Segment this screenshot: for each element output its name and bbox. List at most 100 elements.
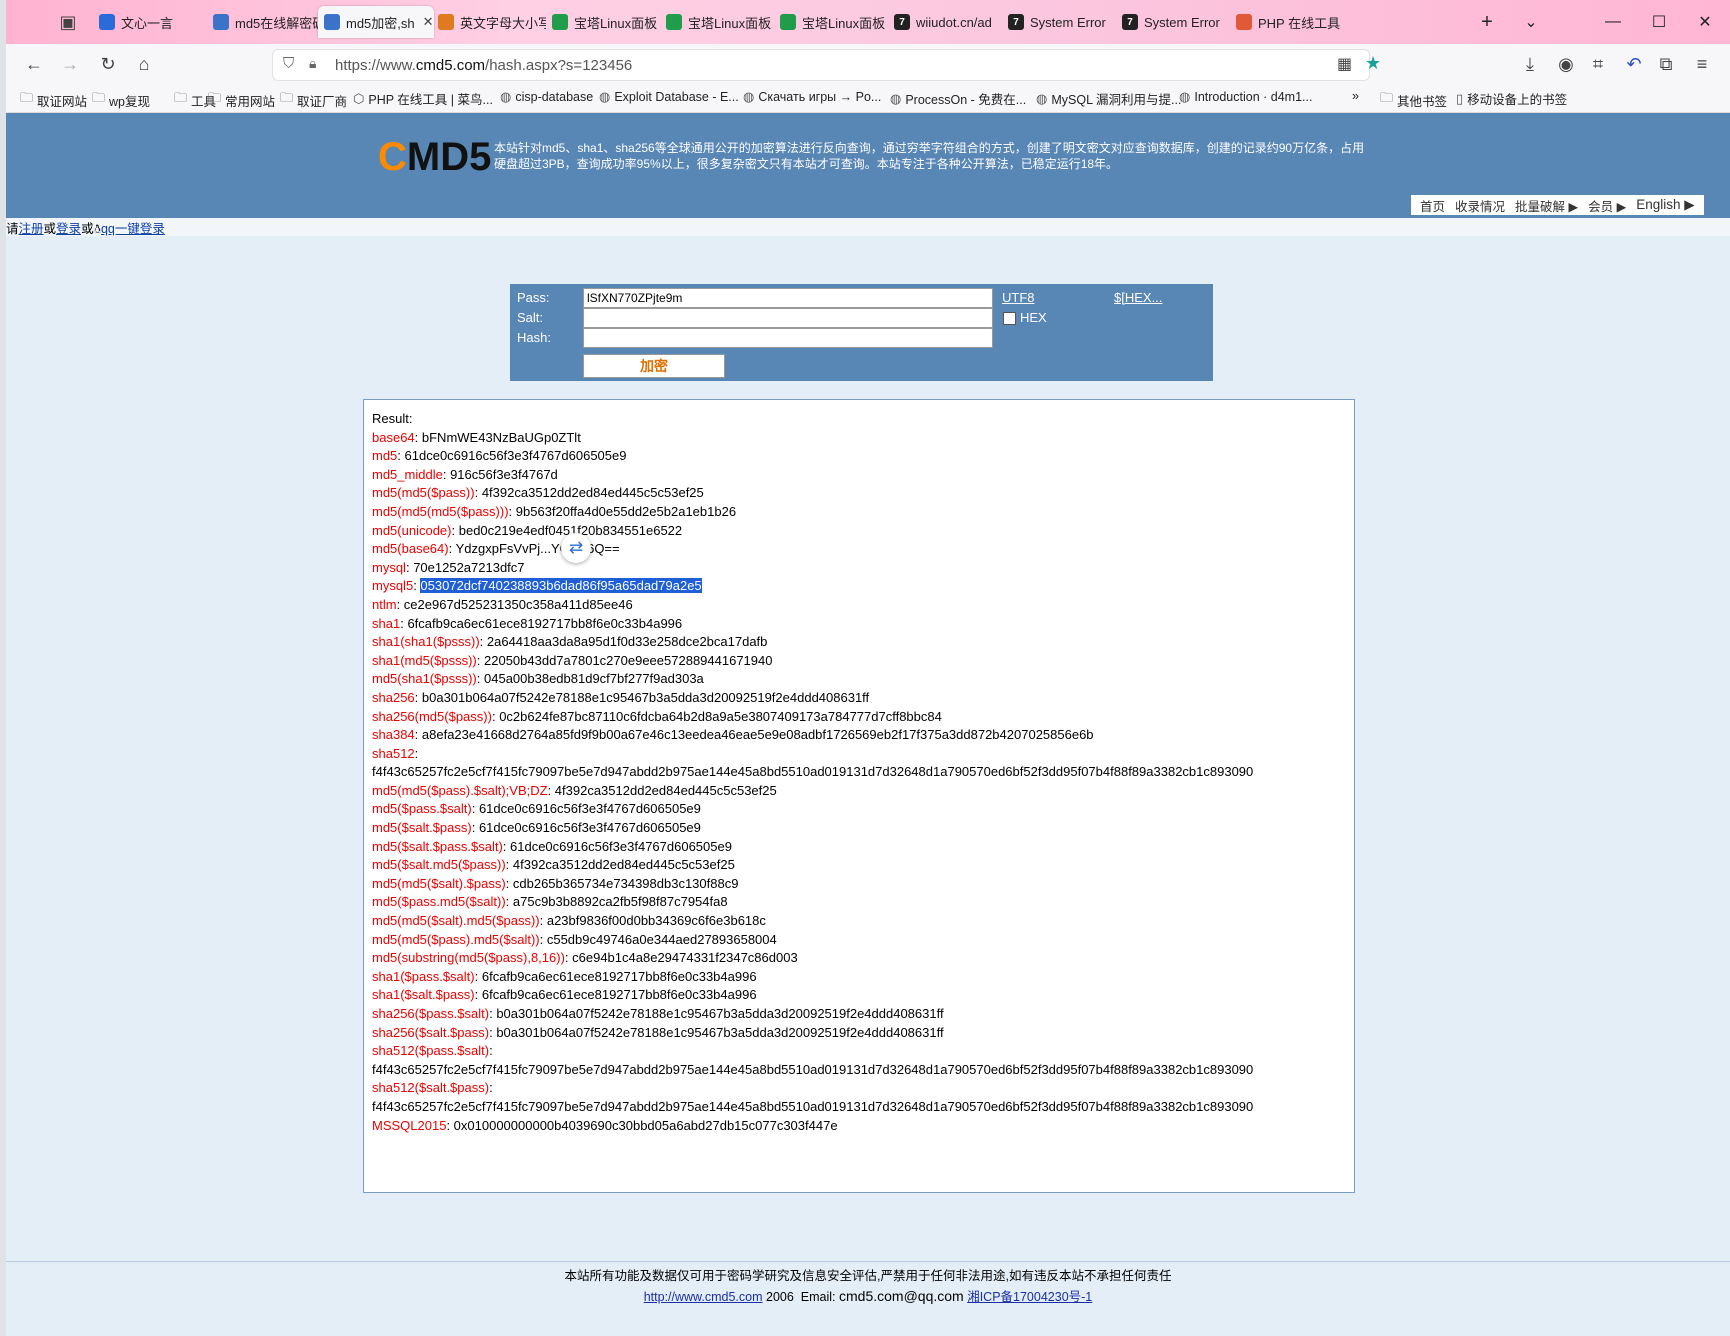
result-value[interactable]: 2a64418aa3da8a95d1f0d33e258dce2bca17dafb bbox=[487, 634, 768, 649]
salt-input[interactable] bbox=[583, 308, 993, 328]
result-value[interactable]: 6fcafb9ca6ec61ece8192717bb8f6e0c33b4a996 bbox=[482, 987, 757, 1002]
forward-arrow-icon[interactable]: → bbox=[56, 52, 84, 76]
bookmark-item[interactable]: ◍ Introduction · d4m1... bbox=[1179, 89, 1312, 105]
result-value[interactable]: 61dce0c6916c56f3e3f4767d606505e9 bbox=[405, 448, 627, 463]
hash-input[interactable] bbox=[583, 328, 993, 348]
reload-icon[interactable]: ↻ bbox=[94, 52, 122, 76]
result-value[interactable]: f4f43c65257fc2e5cf7f415fc79097be5e7d947a… bbox=[372, 764, 1253, 779]
tab-overview-icon[interactable]: ▣ bbox=[54, 10, 82, 34]
result-value[interactable]: f4f43c65257fc2e5cf7f415fc79097be5e7d947a… bbox=[372, 1062, 1253, 1077]
result-value[interactable]: 0x010000000000b4039690c30bbd05a6abd27db1… bbox=[454, 1118, 838, 1133]
bookmark-item[interactable]: ◍ cisp-database bbox=[500, 89, 593, 105]
home-icon[interactable]: ⌂ bbox=[130, 52, 158, 76]
back-arrow-icon[interactable]: ← bbox=[20, 52, 48, 76]
crop-screenshot-icon[interactable]: ⌗ bbox=[1584, 52, 1612, 76]
result-value[interactable]: 0c2b624fe87bc87110c6fdcba64b2d8a9a5e3807… bbox=[499, 709, 942, 724]
result-value[interactable]: 70e1252a7213dfc7 bbox=[413, 560, 524, 575]
bookmark-item[interactable]: 🗀 其他书签 bbox=[1380, 89, 1447, 111]
result-value[interactable]: b0a301b064a07f5242e78188e1c95467b3a5dda3… bbox=[496, 1006, 943, 1021]
result-value[interactable]: YdzgxpFsVvPj...YGUF6Q== bbox=[456, 541, 620, 556]
result-value[interactable]: bFNmWE43NzBaUGp0ZTlt bbox=[422, 430, 581, 445]
translate-sync-icon[interactable]: ⇄ bbox=[561, 533, 591, 563]
nav-home[interactable]: 首页 bbox=[1420, 196, 1445, 215]
tab-5[interactable]: 宝塔Linux面板 bbox=[660, 6, 774, 38]
result-value[interactable]: ce2e967d525231350c358a411d85ee46 bbox=[404, 597, 633, 612]
bookmark-item[interactable]: ◍ MySQL 漏洞利用与提... bbox=[1036, 89, 1181, 108]
footer-site-link[interactable]: http://www.cmd5.com bbox=[644, 1290, 763, 1304]
tab-2[interactable]: md5加密,sh ✕ bbox=[318, 6, 434, 38]
bookmark-item[interactable]: ◍ ProcessOn - 免费在... bbox=[890, 89, 1026, 108]
tab-10[interactable]: PHP 在线工具 bbox=[1230, 6, 1344, 38]
address-bar[interactable]: ⛉ 🔒︎ https://www.cmd5.com/hash.aspx?s=12… bbox=[272, 49, 1381, 81]
tab-1[interactable]: md5在线解密破 bbox=[207, 6, 318, 38]
tab-4[interactable]: 宝塔Linux面板 bbox=[546, 6, 660, 38]
shield-icon[interactable]: ⛉ bbox=[283, 55, 294, 72]
account-icon[interactable]: ◉ bbox=[1552, 52, 1580, 76]
nav-english[interactable]: English ▶ bbox=[1636, 197, 1694, 213]
result-value[interactable]: 61dce0c6916c56f3e3f4767d606505e9 bbox=[510, 839, 732, 854]
result-value[interactable]: a75c9b3b8892ca2fb5f98f87c7954fa8 bbox=[513, 894, 728, 909]
extensions-icon[interactable]: ⧉ bbox=[1652, 52, 1680, 76]
qr-code-icon[interactable]: ▦ bbox=[1337, 54, 1352, 74]
result-value[interactable]: 9b563f20ffa4d0e55dd2e5b2a1eb1b26 bbox=[516, 504, 736, 519]
result-value[interactable]: 045a00b38edb81d9cf7bf277f9ad303a bbox=[484, 671, 704, 686]
result-value[interactable]: c6e94b1c4a8e29474331f2347c86d003 bbox=[572, 950, 798, 965]
bookmark-item[interactable]: 🗀 取证厂商 bbox=[280, 89, 347, 111]
minimize-button[interactable]: — bbox=[1590, 0, 1636, 44]
result-value[interactable]: cdb265b365734e734398db3c130f88c9 bbox=[513, 876, 739, 891]
hex-dropdown-link[interactable]: $[HEX... bbox=[1114, 290, 1162, 305]
hex-checkbox[interactable] bbox=[1003, 312, 1016, 325]
tab-0[interactable]: 文心一言 bbox=[93, 6, 204, 38]
bookmark-item[interactable]: ◍ Скачать игры → Po... bbox=[743, 89, 881, 105]
nav-member[interactable]: 会员 ▶ bbox=[1588, 196, 1626, 215]
undo-icon[interactable]: ↶ bbox=[1620, 52, 1648, 76]
bookmark-item[interactable]: ▯ 移动设备上的书签 bbox=[1456, 89, 1567, 108]
lock-icon[interactable]: 🔒︎ bbox=[309, 55, 316, 72]
bookmark-item[interactable]: 🗀 取证网站 bbox=[20, 89, 87, 111]
result-value[interactable]: c55db9c49746a0e344aed27893658004 bbox=[547, 932, 777, 947]
site-logo[interactable]: CMD5 bbox=[378, 135, 491, 180]
bookmarks-overflow-chevron-icon[interactable]: » bbox=[1352, 89, 1359, 103]
bookmark-item[interactable]: 🗀 常用网站 bbox=[208, 89, 275, 111]
encrypt-button[interactable]: 加密 bbox=[583, 354, 725, 378]
bookmark-item[interactable]: ⬡ PHP 在线工具 | 菜鸟... bbox=[353, 89, 493, 108]
pass-input[interactable]: lSfXN770ZPjte9m bbox=[583, 288, 993, 308]
result-value[interactable]: 4f392ca3512dd2ed84ed445c5c53ef25 bbox=[482, 485, 704, 500]
result-value[interactable]: 6fcafb9ca6ec61ece8192717bb8f6e0c33b4a996 bbox=[407, 616, 682, 631]
tab-3[interactable]: 英文字母大小写 bbox=[432, 6, 546, 38]
result-value[interactable]: f4f43c65257fc2e5cf7f415fc79097be5e7d947a… bbox=[372, 1099, 1253, 1114]
login-link[interactable]: 登录 bbox=[56, 222, 81, 236]
star-icon[interactable]: ★ bbox=[1365, 53, 1381, 74]
result-value[interactable]: 4f392ca3512dd2ed84ed445c5c53ef25 bbox=[513, 857, 735, 872]
result-value[interactable]: 053072dcf740238893b6dad86f95a65dad79a2e5 bbox=[420, 578, 702, 594]
tab-9[interactable]: 7 System Error bbox=[1116, 6, 1230, 38]
result-value[interactable]: a23bf9836f00d0bb34369c6f6e3b618c bbox=[547, 913, 766, 928]
result-value[interactable]: 61dce0c6916c56f3e3f4767d606505e9 bbox=[479, 801, 701, 816]
bookmark-item[interactable]: 🗀 wp复现 bbox=[92, 89, 150, 111]
result-value[interactable]: 6fcafb9ca6ec61ece8192717bb8f6e0c33b4a996 bbox=[482, 969, 757, 984]
tab-6[interactable]: 宝塔Linux面板 bbox=[774, 6, 888, 38]
result-value[interactable]: b0a301b064a07f5242e78188e1c95467b3a5dda3… bbox=[422, 690, 869, 705]
tab-8[interactable]: 7 System Error bbox=[1002, 6, 1116, 38]
nav-batch[interactable]: 批量破解 ▶ bbox=[1515, 196, 1578, 215]
result-value[interactable]: 4f392ca3512dd2ed84ed445c5c53ef25 bbox=[555, 783, 777, 798]
result-value[interactable]: b0a301b064a07f5242e78188e1c95467b3a5dda3… bbox=[496, 1025, 943, 1040]
url-text[interactable]: https://www.cmd5.com/hash.aspx?s=123456 bbox=[335, 57, 632, 74]
result-value[interactable]: 22050b43dd7a7801c270e9eee572889441671940 bbox=[484, 653, 772, 668]
qq-login-link[interactable]: qq一键登录 bbox=[101, 222, 165, 236]
result-value[interactable]: a8efa23e41668d2764a85fd9f9b00a67e46c13ee… bbox=[422, 727, 1094, 742]
result-value[interactable]: 916c56f3e3f4767d bbox=[450, 467, 558, 482]
result-value[interactable]: 61dce0c6916c56f3e3f4767d606505e9 bbox=[479, 820, 701, 835]
register-link[interactable]: 注册 bbox=[19, 222, 44, 236]
maximize-button[interactable]: ☐ bbox=[1636, 0, 1682, 44]
tab-7[interactable]: 7 wiiudot.cn/ad bbox=[888, 6, 1002, 38]
bookmark-item[interactable]: ◍ Exploit Database - E... bbox=[599, 89, 739, 105]
menu-icon[interactable]: ≡ bbox=[1688, 52, 1716, 76]
nav-records[interactable]: 收录情况 bbox=[1455, 196, 1505, 215]
close-window-button[interactable]: ✕ bbox=[1682, 0, 1728, 44]
footer-icp-link[interactable]: 湘ICP备17004230号-1 bbox=[967, 1290, 1092, 1304]
new-tab-button[interactable]: + bbox=[1464, 0, 1510, 44]
tab-list-chevron-icon[interactable]: ⌄ bbox=[1508, 0, 1554, 44]
download-icon[interactable]: ⤓ bbox=[1516, 52, 1544, 76]
utf8-link[interactable]: UTF8 bbox=[1002, 290, 1035, 305]
